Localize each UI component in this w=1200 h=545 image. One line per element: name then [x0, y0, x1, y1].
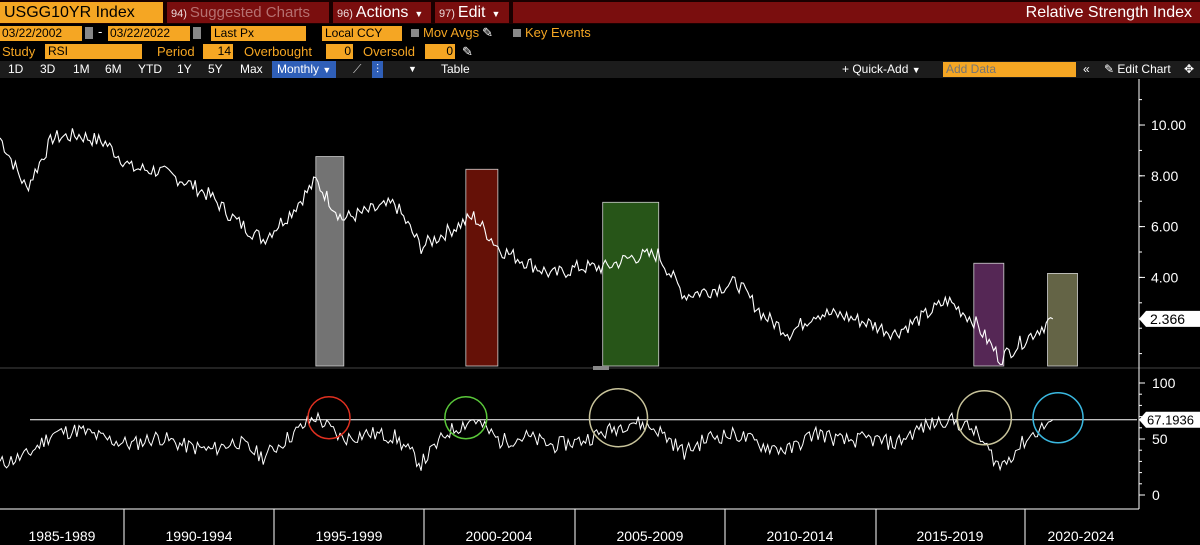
chevron-down-icon[interactable]: ▼ — [408, 61, 417, 78]
quick-add-button[interactable]: + Quick-Add ▼ — [842, 61, 921, 78]
edit-label: Edit — [457, 4, 486, 21]
highlight-bar — [465, 168, 499, 367]
rsi-line — [0, 411, 1054, 472]
edit-chart-label: Edit Chart — [1117, 62, 1171, 76]
bar-chart-icon[interactable]: ⫶ — [372, 61, 384, 78]
highlight-circle — [444, 395, 488, 440]
edit-num: 97) — [439, 8, 455, 20]
pencil-icon: ✎ — [1104, 62, 1118, 76]
frequency-select[interactable]: Monthly ▼ — [272, 61, 337, 78]
mov-avgs-toggle[interactable]: Mov Avgs ✎ — [411, 25, 493, 41]
chevron-down-icon: ▼ — [911, 65, 921, 75]
period-max[interactable]: Max — [240, 61, 263, 78]
chart-area[interactable]: 10.00 8.00 6.00 4.00 2.366 100 50 0 67.1936 1985-… — [0, 79, 1200, 545]
study-label: Study — [2, 44, 36, 59]
x-period-label: 2000-2004 — [466, 528, 533, 544]
actions-num: 96) — [337, 8, 353, 20]
study-select[interactable]: RSI — [45, 44, 142, 59]
divider-handle — [593, 366, 609, 370]
x-period-label: 1985-1989 — [29, 528, 96, 544]
price-panel — [0, 128, 1054, 365]
edit-chart-button[interactable]: ✎ Edit Chart — [1104, 61, 1171, 78]
table-button[interactable]: Table — [441, 61, 470, 78]
period-1d[interactable]: 1D — [8, 61, 23, 78]
start-date-input[interactable]: 03/22/2002 — [0, 26, 82, 41]
last-price-label: 2.366 — [1150, 311, 1185, 327]
price-tick-label: 10.00 — [1151, 117, 1186, 133]
date-separator: - — [98, 24, 103, 39]
key-events-label: Key Events — [525, 25, 591, 40]
price-line — [0, 128, 1054, 365]
add-data-input[interactable] — [943, 62, 1076, 77]
edit-menu[interactable]: 97) Edit ▼ — [435, 2, 509, 23]
x-period-label: 2020-2024 — [1048, 528, 1115, 544]
x-period-label: 2010-2014 — [767, 528, 834, 544]
suggested-label: Suggested Charts — [189, 4, 310, 21]
highlight-bar — [1047, 273, 1078, 367]
chevron-down-icon: ▼ — [322, 65, 332, 75]
axes: 10.00 8.00 6.00 4.00 2.366 100 50 0 67.1936 1985-… — [0, 79, 1200, 545]
highlight-circle — [956, 389, 1013, 446]
rsi-panel — [0, 387, 1137, 472]
highlight-bar — [973, 262, 1005, 367]
quick-add-label: Quick-Add — [852, 62, 909, 76]
pencil-icon[interactable]: ✎ — [462, 44, 473, 60]
pencil-icon[interactable]: ✎ — [482, 25, 493, 40]
actions-menu[interactable]: 96) Actions ▼ — [333, 2, 431, 23]
end-date-input[interactable]: 03/22/2022 — [108, 26, 190, 41]
price-tick-label: 6.00 — [1151, 219, 1178, 235]
chevron-down-icon: ▼ — [491, 9, 501, 19]
overbought-input[interactable]: 0 — [326, 44, 353, 59]
x-period-label: 2005-2009 — [617, 528, 684, 544]
price-tick-label: 8.00 — [1151, 168, 1178, 184]
oversold-label: Oversold — [363, 44, 416, 59]
calendar-icon[interactable] — [85, 27, 93, 39]
highlight-circle — [307, 395, 351, 440]
period-ytd[interactable]: YTD — [138, 61, 162, 78]
period-label: Period — [157, 44, 195, 59]
plus-icon: + — [842, 62, 853, 76]
checkbox-icon — [411, 29, 419, 37]
overbought-label: Overbought — [244, 44, 312, 59]
price-field-select[interactable]: Last Px — [211, 26, 306, 41]
highlight-bar — [602, 201, 660, 367]
highlight-circle — [1032, 391, 1084, 444]
page-title: Relative Strength Index — [1025, 4, 1192, 21]
actions-label: Actions — [355, 4, 409, 21]
highlight-bars — [315, 156, 1078, 367]
calendar-icon[interactable] — [193, 27, 201, 39]
key-events-toggle[interactable]: Key Events — [513, 25, 591, 41]
period-3d[interactable]: 3D — [40, 61, 55, 78]
x-period-label: 1995-1999 — [316, 528, 383, 544]
mov-avgs-label: Mov Avgs — [423, 25, 480, 40]
suggested-charts-button[interactable]: 94) Suggested Charts — [167, 2, 329, 23]
currency-select[interactable]: Local CCY — [322, 26, 402, 41]
x-period-label: 1990-1994 — [166, 528, 233, 544]
oversold-input[interactable]: 0 — [425, 44, 455, 59]
period-1y[interactable]: 1Y — [177, 61, 192, 78]
period-input[interactable]: 14 — [203, 44, 233, 59]
period-1m[interactable]: 1M — [73, 61, 90, 78]
x-period-label: 2015-2019 — [917, 528, 984, 544]
rsi-tick-label: 50 — [1152, 431, 1168, 447]
period-5y[interactable]: 5Y — [208, 61, 223, 78]
ticker-field[interactable]: USGG10YR Index — [0, 2, 163, 23]
line-chart-icon[interactable]: ⟋ — [353, 61, 361, 78]
rsi-tick-label: 100 — [1152, 375, 1176, 391]
period-6m[interactable]: 6M — [105, 61, 122, 78]
frequency-label: Monthly — [277, 62, 320, 76]
rsi-tick-label: 0 — [1152, 487, 1160, 503]
suggested-num: 94) — [171, 8, 187, 20]
rsi-value-label: 67.1936 — [1147, 413, 1194, 428]
move-icon[interactable]: ✥ — [1184, 61, 1194, 78]
price-tick-label: 4.00 — [1151, 269, 1178, 285]
chevron-down-icon: ▼ — [414, 9, 424, 19]
collapse-icon[interactable]: « — [1083, 61, 1090, 78]
checkbox-icon — [513, 29, 521, 37]
